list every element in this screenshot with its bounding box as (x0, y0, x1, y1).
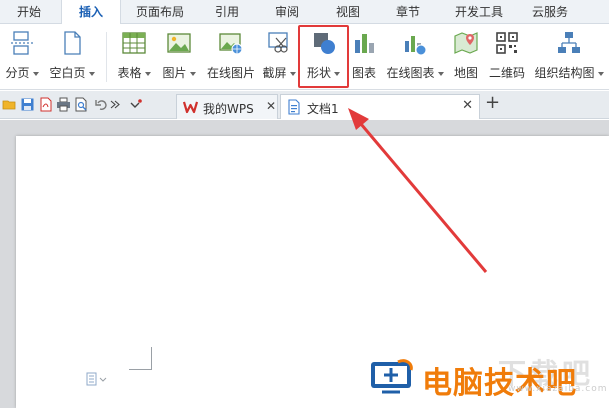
online-picture-button[interactable]: 在线图片 (204, 28, 258, 84)
blank-page-label: 空白页 (49, 66, 86, 80)
document-icon (288, 99, 300, 115)
org-chart-button[interactable]: 组织结构图 (532, 28, 606, 84)
picture-icon (167, 33, 191, 53)
print-icon[interactable] (56, 97, 71, 112)
screenshot-icon (268, 32, 288, 53)
tab-insert[interactable]: 插入 (61, 0, 121, 25)
chevron-down-icon (189, 71, 196, 76)
paragraph-layout-icon[interactable] (86, 372, 114, 386)
open-folder-icon[interactable] (2, 97, 17, 112)
chart-icon (355, 34, 374, 53)
watermark-url: www.xiazaiba.com (508, 384, 608, 394)
chevron-down-icon (88, 71, 95, 76)
doc-tab-title: 文档1 (307, 102, 339, 116)
site-watermark: 下载吧 电脑技术吧 www.xiazaiba.com (368, 352, 608, 404)
online-picture-label: 在线图片 (206, 66, 255, 80)
chevron-down-icon (32, 71, 39, 76)
print-preview-icon[interactable] (74, 97, 89, 112)
export-pdf-icon[interactable] (38, 97, 53, 112)
wps-logo-icon (183, 101, 198, 114)
menu-bar: 开始 插入 页面布局 引用 审阅 视图 章节 开发工具 云服务 (0, 0, 609, 25)
table-icon (122, 32, 146, 54)
document-tabs-bar: 我的WPS 文档1 ✕ ✕ + (0, 91, 609, 119)
tab-view[interactable]: 视图 (326, 0, 370, 24)
tab-page-layout[interactable]: 页面布局 (127, 0, 193, 24)
chevron-down-icon (289, 71, 296, 76)
ribbon-divider (106, 32, 107, 82)
chevron-down-icon (437, 71, 444, 76)
tab-sections[interactable]: 章节 (386, 0, 430, 24)
chevron-down-icon (597, 71, 604, 76)
page-break-icon (11, 31, 33, 55)
screenshot-button[interactable]: 截屏 (261, 28, 297, 84)
close-tab-icon[interactable]: ✕ (266, 99, 276, 113)
monitor-logo-icon (371, 359, 413, 394)
margin-corner-marker (129, 347, 152, 370)
close-tab-icon[interactable]: ✕ (462, 98, 473, 113)
tab-developer[interactable]: 开发工具 (446, 0, 512, 24)
map-label: 地图 (453, 66, 478, 80)
page-break-label: 分页 (5, 66, 30, 80)
page-break-button[interactable]: 分页 (2, 28, 42, 84)
blank-page-icon (64, 31, 81, 55)
qr-code-label: 二维码 (488, 66, 525, 80)
chart-button[interactable]: 图表 (348, 28, 380, 84)
picture-label: 图片 (162, 66, 187, 80)
doc-tab-title: 我的WPS (203, 102, 254, 116)
picture-button[interactable]: 图片 (158, 28, 200, 84)
chart-label: 图表 (351, 66, 376, 80)
doc-tab-my-wps[interactable]: 我的WPS (176, 94, 278, 119)
online-chart-button[interactable]: 在线图表 (384, 28, 446, 84)
table-label: 表格 (117, 66, 142, 80)
wps-writer-window: { "menu": { "tabs": [ {"label": "开始", "a… (0, 0, 609, 408)
table-button[interactable]: 表格 (113, 28, 155, 84)
tab-home[interactable]: 开始 (0, 0, 58, 24)
doc-tab-document1[interactable]: 文档1 ✕ (280, 94, 480, 119)
tab-review[interactable]: 审阅 (265, 0, 309, 24)
qr-code-button[interactable]: 二维码 (486, 28, 528, 84)
chevron-down-icon (144, 71, 151, 76)
tab-list-dropdown-icon[interactable] (130, 97, 142, 112)
shapes-highlight-box (298, 25, 349, 88)
org-chart-label: 组织结构图 (534, 66, 595, 80)
map-icon (454, 32, 478, 54)
watermark-text: 电脑技术吧 (422, 366, 577, 401)
blank-page-button[interactable]: 空白页 (46, 28, 98, 84)
qr-code-icon (496, 32, 518, 54)
tab-cloud[interactable]: 云服务 (522, 0, 578, 24)
new-tab-icon[interactable]: + (485, 92, 500, 113)
undo-icon[interactable] (94, 97, 109, 112)
online-chart-label: 在线图表 (386, 66, 435, 80)
tab-references[interactable]: 引用 (205, 0, 249, 24)
screenshot-label: 截屏 (262, 66, 287, 80)
more-commands-icon[interactable] (110, 97, 120, 112)
online-chart-icon (405, 36, 427, 56)
map-button[interactable]: 地图 (450, 28, 482, 84)
online-picture-icon (219, 33, 243, 55)
org-chart-icon (558, 32, 580, 53)
save-icon[interactable] (20, 97, 35, 112)
